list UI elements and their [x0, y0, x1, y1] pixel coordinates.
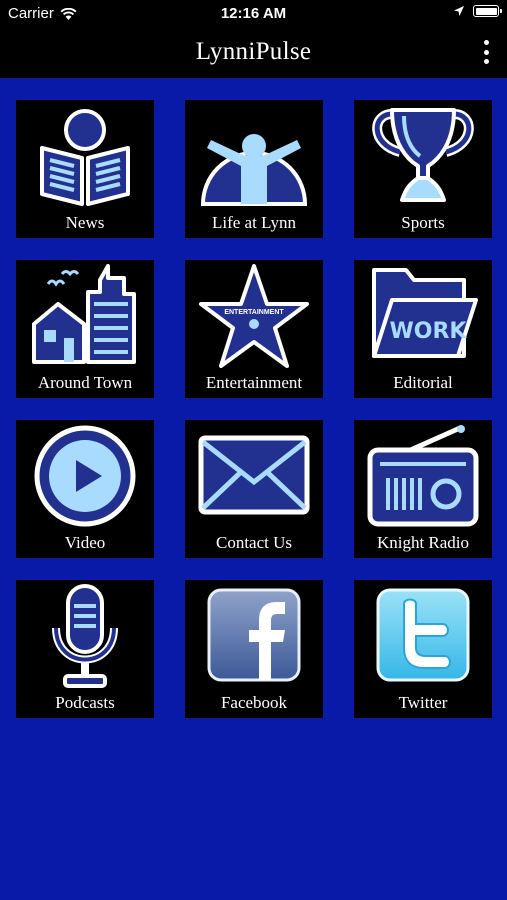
more-dot-icon [483, 40, 489, 45]
folder-icon-text: WORK [390, 319, 468, 344]
more-dot-icon [483, 59, 489, 64]
cheering-person-icon [200, 134, 308, 206]
envelope-icon [198, 435, 310, 515]
status-time: 12:16 AM [220, 5, 287, 22]
tile-video[interactable]: Video [16, 420, 154, 558]
tile-label: News [65, 213, 105, 232]
town-buildings-icon [32, 264, 136, 364]
folder-icon: WORK [372, 268, 478, 358]
tile-around-town[interactable]: Around Town [16, 260, 154, 398]
more-dot-icon [483, 49, 489, 55]
facebook-icon [207, 588, 301, 682]
tile-label: Editorial [393, 373, 453, 392]
tile-sports[interactable]: Sports [354, 100, 492, 238]
newspaper-reader-icon [40, 109, 130, 206]
tile-news[interactable]: News [16, 100, 154, 238]
tile-label: Twitter [398, 693, 448, 712]
tile-label: Sports [401, 213, 445, 232]
tile-editorial[interactable]: WORK Editorial [354, 260, 492, 398]
tile-label: Contact Us [215, 533, 293, 552]
status-bar: Carrier 12:16 AM [0, 0, 507, 28]
star-icon: ENTERTAINMENT [199, 264, 309, 368]
star-icon-text: ENTERTAINMENT [224, 309, 284, 316]
overflow-menu-button[interactable] [479, 40, 493, 64]
radio-icon [367, 425, 479, 527]
tile-knight-radio[interactable]: Knight Radio [354, 420, 492, 558]
tile-label: Life at Lynn [211, 213, 297, 232]
tile-grid: News Life at Lynn Sports Around Town ENT… [16, 100, 492, 718]
trophy-icon [372, 108, 474, 202]
tile-entertainment[interactable]: ENTERTAINMENT Entertainment [185, 260, 323, 398]
tile-facebook[interactable]: Facebook [185, 580, 323, 718]
twitter-icon [376, 588, 470, 682]
tile-label: Facebook [220, 693, 288, 712]
status-right [453, 5, 502, 17]
microphone-icon [52, 584, 118, 688]
app-title: LynniPulse [195, 38, 312, 65]
tile-label: Knight Radio [376, 533, 470, 552]
nav-bar: LynniPulse [0, 28, 507, 78]
tile-label: Entertainment [205, 373, 303, 392]
battery-icon [473, 5, 502, 17]
location-arrow-icon [454, 6, 464, 16]
tile-label: Around Town [37, 373, 133, 392]
tile-life-at-lynn[interactable]: Life at Lynn [185, 100, 323, 238]
tile-label: Podcasts [55, 693, 115, 712]
play-icon [34, 425, 136, 527]
tile-contact-us[interactable]: Contact Us [185, 420, 323, 558]
tile-label: Video [64, 533, 106, 552]
tile-twitter[interactable]: Twitter [354, 580, 492, 718]
tile-podcasts[interactable]: Podcasts [16, 580, 154, 718]
